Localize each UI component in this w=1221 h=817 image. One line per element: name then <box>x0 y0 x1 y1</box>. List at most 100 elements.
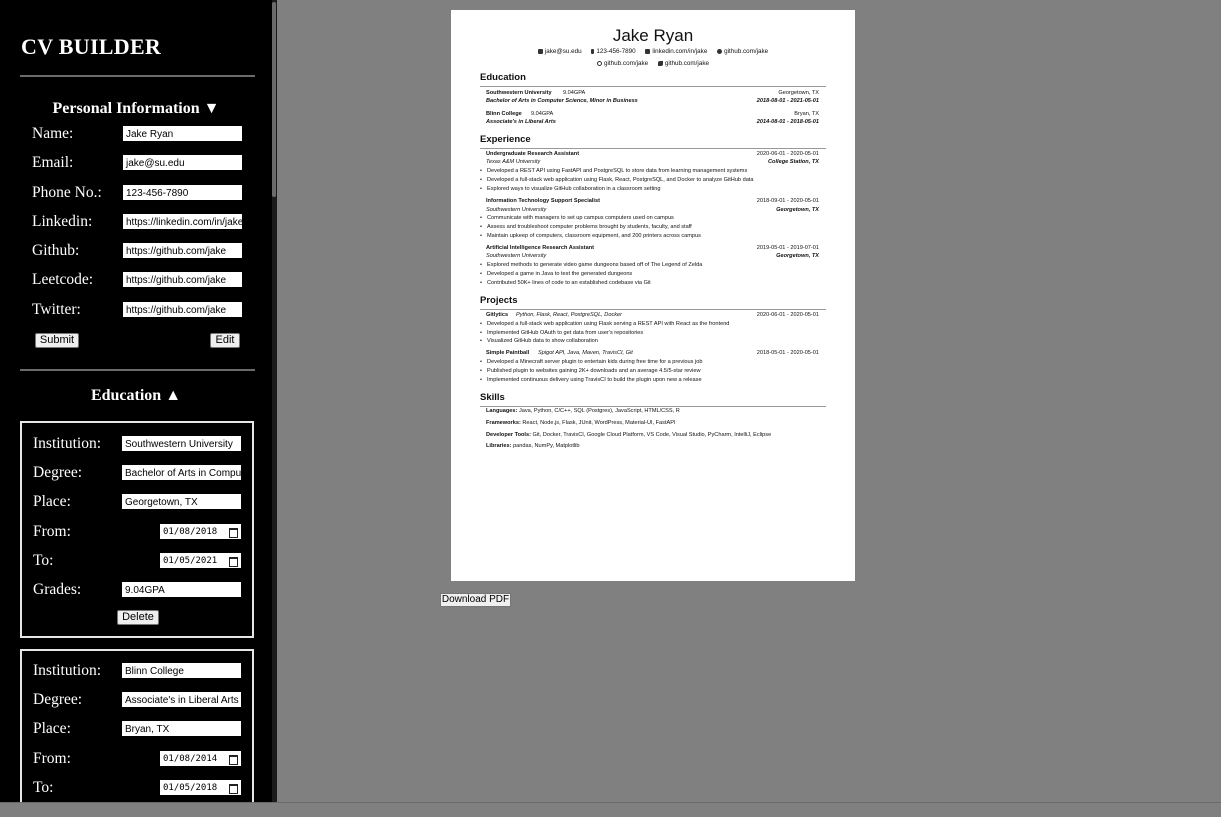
bullet-item: Contributed 50K+ lines of code to an est… <box>480 280 651 286</box>
institution-label: Institution: <box>33 662 102 679</box>
from-label: From: <box>33 750 71 767</box>
edu-place: Georgetown, TX <box>778 90 819 96</box>
cv-github[interactable]: github.com/jake <box>724 48 768 55</box>
section-rule <box>480 148 826 149</box>
skill-value: pandas, NumPy, Matplotlib <box>513 443 580 449</box>
bullet-item: Published plugin to websites gaining 2K+… <box>480 368 701 374</box>
place-label: Place: <box>33 720 71 737</box>
twitter-label: Twitter: <box>32 301 81 318</box>
cv-twitter[interactable]: github.com/jake <box>665 60 709 67</box>
grades-input[interactable]: 9.04GPA <box>121 581 242 598</box>
to-label: To: <box>33 779 54 796</box>
calendar-icon[interactable] <box>229 557 238 567</box>
degree-input[interactable]: Associate's in Liberal Arts <box>121 691 242 708</box>
leetcode-input[interactable]: https://github.com/jake <box>122 271 243 288</box>
experience-heading: Experience <box>480 134 531 145</box>
github-input[interactable]: https://github.com/jake <box>122 242 243 259</box>
skill-label: Languages: <box>486 408 518 414</box>
app-title: CV BUILDER <box>21 34 162 59</box>
contact-line: github.com/jake github.com/jake <box>451 60 855 67</box>
bullet-item: Developed a full-stack web application u… <box>480 177 753 183</box>
sidebar-scrollbar[interactable] <box>272 0 277 802</box>
email-input[interactable]: jake@su.edu <box>122 154 243 171</box>
skill-row: Developer Tools: Git, Docker, TravisCI, … <box>486 432 771 438</box>
job-place: Georgetown, TX <box>776 207 819 213</box>
skill-value: React, Node.js, Flask, JUnit, WordPress,… <box>522 420 676 426</box>
bullet-item: Assess and troubleshoot computer problem… <box>480 224 692 230</box>
section-rule <box>480 406 826 407</box>
job-dates: 2020-06-01 - 2020-05-01 <box>756 151 819 157</box>
project-tech: Spigot API, Java, Maven, TravisCI, Git <box>538 350 633 356</box>
phone-label: Phone No.: <box>32 184 102 201</box>
institution-input[interactable]: Blinn College <box>121 662 242 679</box>
github-icon <box>717 48 723 54</box>
calendar-icon[interactable] <box>229 755 238 765</box>
project-name: Gitlytics <box>486 312 509 318</box>
email-label: Email: <box>32 154 74 171</box>
calendar-icon[interactable] <box>229 784 238 794</box>
calendar-icon[interactable] <box>229 528 238 538</box>
name-label: Name: <box>32 125 74 142</box>
linkedin-icon <box>645 48 651 54</box>
edu-grade: 9.04GPA <box>563 90 586 96</box>
delete-button[interactable]: Delete <box>117 610 159 625</box>
phone-input[interactable]: 123-456-7890 <box>122 184 243 201</box>
bullet-item: Maintain upkeep of computers, classroom … <box>480 233 701 239</box>
bullet-item: Developed a game in Java to test the gen… <box>480 271 632 277</box>
cv-name: Jake Ryan <box>612 26 694 45</box>
cv-linkedin[interactable]: linkedin.com/in/jake <box>652 48 707 55</box>
section-rule <box>480 309 826 310</box>
horizontal-scrollbar[interactable] <box>0 802 1221 817</box>
from-date-input[interactable]: 01/08/2014 <box>159 750 242 767</box>
to-date-input[interactable]: 01/05/2018 <box>159 779 242 796</box>
skills-heading: Skills <box>480 392 505 403</box>
place-input[interactable]: Bryan, TX <box>121 720 242 737</box>
place-input[interactable]: Georgetown, TX <box>121 493 242 510</box>
name-input[interactable]: Jake Ryan <box>122 125 243 142</box>
job-org: Southwestern University <box>486 253 547 259</box>
linkedin-input[interactable]: https://linkedin.com/in/jake <box>122 213 243 230</box>
phone-icon <box>591 48 595 54</box>
projects-heading: Projects <box>480 295 518 306</box>
scrollbar-thumb[interactable] <box>272 2 276 197</box>
twitter-icon <box>657 60 663 66</box>
job-dates: 2018-09-01 - 2020-05-01 <box>756 198 819 204</box>
sidebar: CV BUILDER Personal Information ▼ Name: … <box>0 0 272 802</box>
skill-label: Libraries: <box>486 443 512 449</box>
to-date-input[interactable]: 01/05/2021 <box>159 552 242 569</box>
edu-place: Bryan, TX <box>794 111 819 117</box>
linkedin-label: Linkedin: <box>32 213 93 230</box>
leetcode-icon <box>597 60 603 66</box>
personal-info-toggle[interactable]: Personal Information ▼ <box>0 100 272 118</box>
skill-row: Frameworks: React, Node.js, Flask, JUnit… <box>486 420 676 426</box>
cv-phone: 123-456-7890 <box>596 48 636 55</box>
edu-grade: 9.04GPA <box>531 111 554 117</box>
cv-email[interactable]: jake@su.edu <box>545 48 582 55</box>
degree-input[interactable]: Bachelor of Arts in Computer <box>121 464 242 481</box>
twitter-input[interactable]: https://github.com/jake <box>122 301 243 318</box>
education-toggle[interactable]: Education ▲ <box>0 387 272 405</box>
job-title: Information Technology Support Specialis… <box>486 198 600 204</box>
skill-label: Frameworks: <box>486 420 521 426</box>
institution-input[interactable]: Southwestern University <box>121 435 242 452</box>
bullet-item: Communicate with managers to set up camp… <box>480 215 674 221</box>
section-rule <box>480 86 826 87</box>
download-pdf-button[interactable]: Download PDF <box>440 593 511 607</box>
degree-label: Degree: <box>33 691 83 708</box>
submit-button[interactable]: Submit <box>35 333 79 348</box>
education-entry: Institution: Southwestern University Deg… <box>20 421 254 638</box>
skill-value: Java, Python, C/C++, SQL (Postgres), Jav… <box>518 408 680 414</box>
edu-degree: Associate's in Liberal Arts <box>486 119 556 125</box>
job-org: Southwestern University <box>486 207 547 213</box>
project-tech: Python, Flask, React, PostgreSQL, Docker <box>516 312 623 318</box>
contact-line: jake@su.edu 123-456-7890 linkedin.com/in… <box>451 48 855 55</box>
from-date-input[interactable]: 01/08/2018 <box>159 523 242 540</box>
job-title: Artificial Intelligence Research Assista… <box>486 245 594 251</box>
edit-button[interactable]: Edit <box>210 333 240 348</box>
from-date-value: 01/08/2018 <box>163 527 218 537</box>
to-date-value: 01/05/2021 <box>163 556 218 566</box>
cv-leetcode[interactable]: github.com/jake <box>604 60 648 67</box>
to-date-value: 01/05/2018 <box>163 783 218 793</box>
email-icon <box>537 48 543 54</box>
edu-dates: 2018-08-01 - 2021-05-01 <box>756 98 819 104</box>
